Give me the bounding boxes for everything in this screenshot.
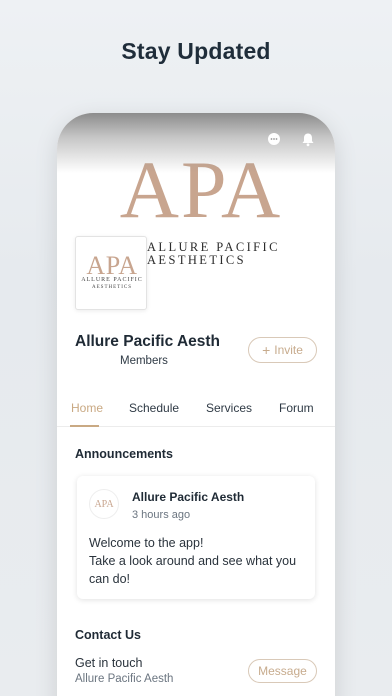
announcement-card[interactable]: APA Allure Pacific Aesth 3 hours ago Wel… <box>77 476 315 599</box>
invite-button[interactable]: + Invite <box>248 337 317 363</box>
tab-home[interactable]: Home <box>71 401 103 415</box>
tab-services[interactable]: Services <box>206 401 252 415</box>
group-logo: APA ALLURE PACIFIC AESTHETICS <box>75 236 147 310</box>
group-title: Allure Pacific Aesth <box>75 333 221 350</box>
post-body: Welcome to the app! Take a look around a… <box>89 534 309 588</box>
post-timestamp: 3 hours ago <box>132 509 191 521</box>
tab-schedule[interactable]: Schedule <box>129 401 179 415</box>
page-headline: Stay Updated <box>121 38 271 64</box>
tab-forum[interactable]: Forum <box>279 401 314 415</box>
phone-frame: APA ALLURE PACIFIC AESTHETICS APA ALLURE… <box>57 113 335 696</box>
announcements-heading: Announcements <box>75 447 173 461</box>
active-tab-indicator <box>70 425 99 427</box>
contact-label: Get in touch <box>75 656 143 670</box>
logo-monogram: APA <box>86 251 138 280</box>
post-author: Allure Pacific Aesth <box>132 490 245 504</box>
post-line: can do! <box>89 572 131 586</box>
plus-icon: + <box>262 342 271 358</box>
tab-bar: Home Schedule Services Forum <box>57 395 335 427</box>
chat-bubble-icon[interactable] <box>266 131 282 147</box>
logo-brand-line1: ALLURE PACIFIC <box>81 277 143 283</box>
members-link[interactable]: Members <box>120 355 168 367</box>
author-avatar: APA <box>89 489 119 519</box>
post-line: Welcome to the app! <box>89 536 204 550</box>
bell-icon[interactable] <box>300 131 316 147</box>
contact-heading: Contact Us <box>75 628 141 642</box>
contact-name: Allure Pacific Aesth <box>75 673 174 685</box>
invite-label: Invite <box>274 343 303 357</box>
cover-gradient <box>57 113 335 173</box>
logo-brand-line2: AESTHETICS <box>92 285 132 290</box>
post-line: Take a look around and see what you <box>89 554 297 568</box>
message-button[interactable]: Message <box>248 659 317 683</box>
cover-brand-line2: AESTHETICS <box>147 253 246 267</box>
